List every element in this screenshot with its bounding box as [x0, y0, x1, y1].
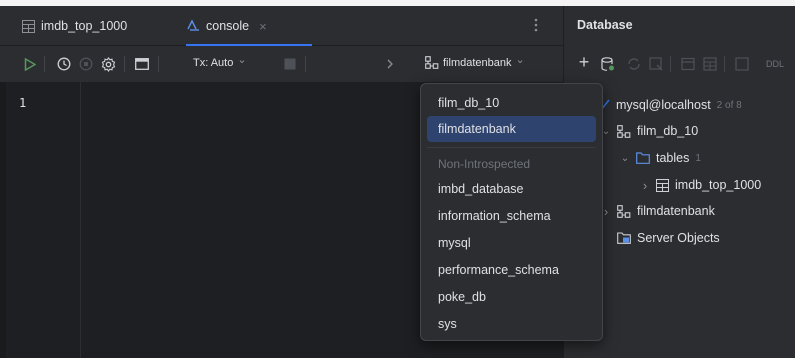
panel-icon[interactable]	[133, 55, 151, 73]
toolbar-separator	[158, 56, 159, 72]
console-icon[interactable]	[680, 56, 696, 72]
panel-title: Database	[577, 18, 633, 32]
editor-toolbar: Tx: Auto ⌄ filmdatenbank ⌄	[0, 46, 563, 82]
schema-icon	[617, 204, 631, 218]
schema-dropdown-popup: film_db_10 filmdatenbank Non-Introspecte…	[420, 83, 603, 341]
tx-mode-label: Tx: Auto	[193, 56, 234, 69]
tree-node-tables[interactable]: ⌄ tables 1	[620, 147, 701, 169]
stop-circle-icon[interactable]	[77, 55, 95, 73]
tab-label: console	[206, 19, 250, 33]
count-badge: 1	[695, 152, 701, 164]
clock-icon[interactable]	[55, 55, 73, 73]
database-toolbar: + DDL	[564, 46, 795, 82]
schema-select-label: filmdatenbank	[443, 56, 512, 69]
toolbar-separator	[670, 56, 671, 72]
line-number: 1	[19, 96, 27, 110]
schema-option-sys[interactable]: sys	[427, 311, 596, 337]
schema-option-imbd-database[interactable]: imbd_database	[427, 176, 596, 202]
chevron-right-icon[interactable]	[381, 55, 399, 73]
editor-tab-bar: imdb_top_1000 console ×	[0, 6, 563, 46]
gutter-divider	[80, 82, 81, 358]
datasource-properties-icon[interactable]	[600, 56, 616, 72]
schema-option-filmdatenbank[interactable]: filmdatenbank	[427, 116, 596, 142]
tree-node-server-objects[interactable]: Server Objects	[617, 227, 720, 249]
play-icon[interactable]	[21, 55, 39, 73]
server-objects-icon	[617, 231, 631, 245]
ddl-button[interactable]: DDL	[766, 59, 784, 69]
tab-label: imdb_top_1000	[41, 19, 128, 33]
folder-icon	[636, 152, 650, 164]
chevron-down-icon: ⌄	[515, 54, 525, 66]
schema-option-performance-schema[interactable]: performance_schema	[427, 257, 596, 283]
schema-option-film-db-10[interactable]: film_db_10	[427, 90, 596, 116]
tree-node-label: Server Objects	[637, 231, 720, 245]
close-icon[interactable]: ×	[259, 19, 267, 34]
schema-icon	[425, 56, 439, 69]
more-vertical-icon[interactable]	[534, 18, 538, 34]
refresh-icon[interactable]	[626, 56, 642, 72]
edit-icon[interactable]	[734, 56, 750, 72]
tree-node-label: film_db_10	[637, 124, 699, 138]
schema-icon	[617, 124, 631, 138]
filter-icon[interactable]	[648, 56, 664, 72]
tree-node-filmdatenbank[interactable]: › filmdatenbank	[601, 200, 715, 222]
chevron-right-icon[interactable]: ›	[640, 178, 650, 193]
tree-node-label: mysql@localhost	[616, 98, 711, 112]
schema-option-poke-db[interactable]: poke_db	[427, 284, 596, 310]
tab-console[interactable]: console ×	[186, 6, 312, 46]
tree-node-label: tables	[656, 151, 690, 165]
toolbar-separator	[124, 56, 125, 72]
toolbar-separator	[305, 56, 306, 72]
add-icon[interactable]: +	[576, 52, 592, 72]
table-icon	[21, 19, 35, 33]
schema-option-information-schema[interactable]: information_schema	[427, 203, 596, 229]
toolbar-separator	[44, 56, 45, 72]
popup-section-header: Non-Introspected	[438, 157, 531, 171]
popup-separator	[427, 147, 596, 148]
chevron-down-icon[interactable]: ⌄	[620, 153, 630, 164]
transaction-mode-select[interactable]: Tx: Auto ⌄	[193, 54, 247, 69]
editor-left-edge	[0, 82, 6, 358]
count-badge: 2 of 8	[716, 99, 742, 111]
tree-node-imdb-top-1000[interactable]: › imdb_top_1000	[640, 174, 761, 196]
tab-imdb-top-1000[interactable]: imdb_top_1000	[21, 6, 127, 46]
toolbar-separator	[724, 56, 725, 72]
console-icon	[186, 19, 200, 33]
chevron-down-icon: ⌄	[237, 54, 247, 66]
tree-node-label: filmdatenbank	[637, 204, 715, 218]
table-icon	[656, 178, 669, 192]
table-icon[interactable]	[702, 56, 718, 72]
tree-node-film-db-10[interactable]: ⌄ film_db_10	[601, 120, 698, 142]
schema-select[interactable]: filmdatenbank ⌄	[425, 54, 525, 69]
tree-node-label: imdb_top_1000	[675, 178, 762, 192]
schema-option-mysql[interactable]: mysql	[427, 230, 596, 256]
tree-node-datasource[interactable]: mysql@localhost 2 of 8	[600, 94, 742, 116]
square-icon[interactable]	[281, 55, 299, 73]
gear-icon[interactable]	[99, 55, 117, 73]
